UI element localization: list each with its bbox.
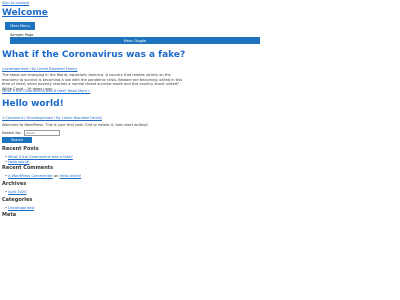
list-item: A WordPress Commenter on Hello world! [5,174,82,179]
widget-title-archives: Archives [2,181,27,187]
widget-title-meta: Meta [2,212,17,218]
list-item: Uncategorized [5,206,34,211]
read-more-link[interactable]: What if the Coronavirus was a fake? Read… [2,89,90,94]
search-button[interactable]: Search [2,137,32,143]
category-link[interactable]: Uncategorized [8,206,34,210]
search-input[interactable] [23,130,60,136]
archives-list: April 2020 [5,190,27,195]
widget-title-recent-posts: Recent Posts [2,146,39,152]
menu-toggle-button[interactable]: Menu Toggle [10,37,260,44]
search-form: Search for: [2,130,60,136]
widget-title-categories: Categories [2,197,33,203]
search-label: Search for: [2,131,22,135]
post-title[interactable]: What if the Coronavirus was a fake? [2,50,185,60]
recent-comments-list: A WordPress Commenter on Hello world! [5,174,82,179]
categories-list: Uncategorized [5,206,34,211]
archive-link[interactable]: April 2020 [8,190,27,194]
comment-on-text: on [53,174,59,178]
post-meta: 1 Comment / Uncategorized / By Lionel Bl… [2,116,102,121]
list-item: April 2020 [5,190,27,195]
skip-to-content-link[interactable]: Skip to content [2,1,29,5]
comment-author-link[interactable]: A WordPress Commenter [8,174,53,178]
recent-posts-list: What if the Coronavirus was a fake? Hell… [5,155,73,165]
recent-post-link[interactable]: Hello world! [8,160,30,164]
recent-post-link[interactable]: What if the Coronavirus was a fake? [8,155,73,159]
site-title[interactable]: Welcome [2,8,48,18]
list-item: Hello world! [5,160,73,165]
main-menu-button[interactable]: Main Menu [5,22,35,30]
post-meta-link[interactable]: Uncategorized / By Lionel Blondeel Famil… [2,67,77,71]
post-meta-link[interactable]: 1 Comment / Uncategorized / By Lionel Bl… [2,116,102,120]
post-meta: Uncategorized / By Lionel Blondeel Famil… [2,67,77,72]
post-title[interactable]: Hello world! [2,99,64,109]
widget-title-recent-comments: Recent Comments [2,165,54,171]
comment-post-link[interactable]: Hello world! [60,174,82,178]
post-body: Welcome to WordPress. This is your first… [2,123,148,127]
